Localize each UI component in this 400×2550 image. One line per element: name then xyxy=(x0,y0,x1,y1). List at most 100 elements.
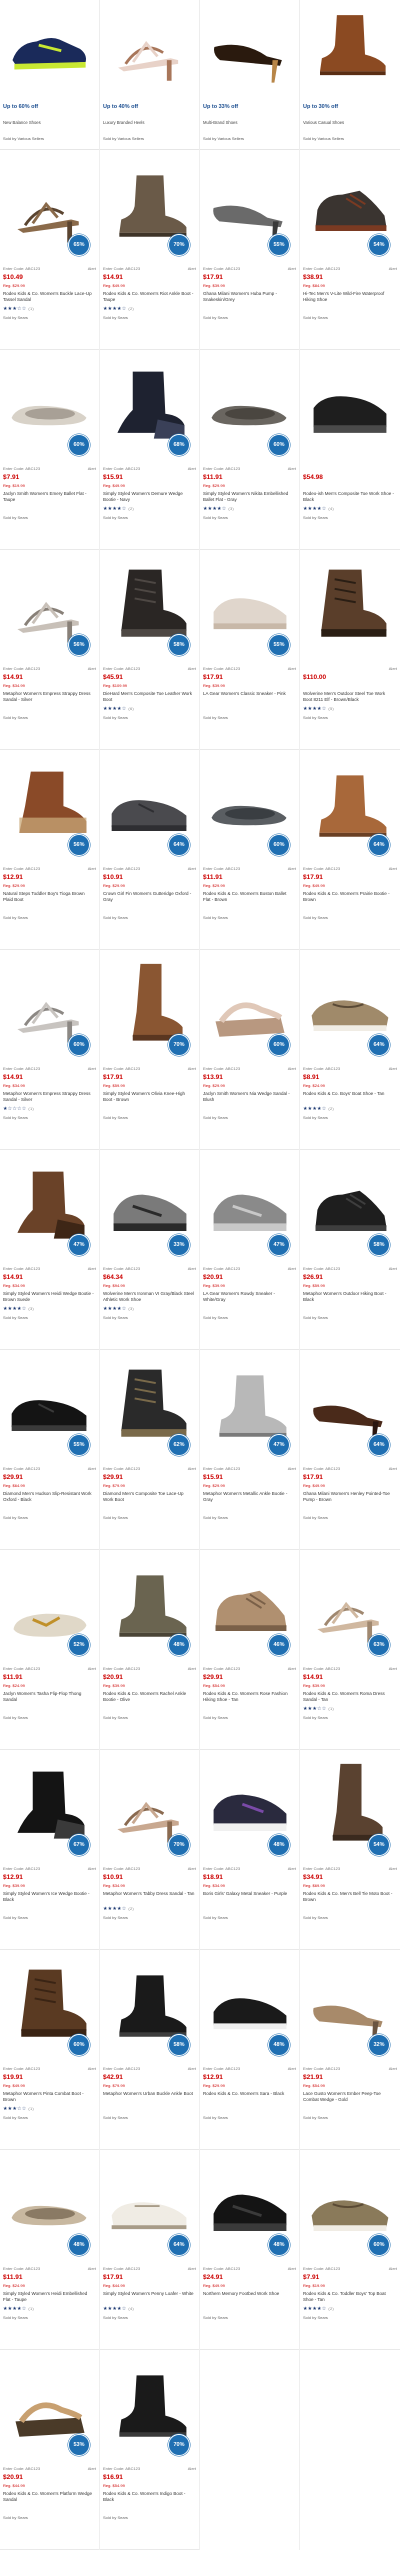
product-title-link[interactable]: Rodeo Kids & Co. Women's Rachel Ankle Bo… xyxy=(103,1691,195,1703)
product-card[interactable]: 58% Enter Code: ABC123 Alert $42.91 Reg. $79… xyxy=(100,1950,200,2150)
price-alert-link[interactable]: Alert xyxy=(389,2266,397,2271)
product-title-link[interactable]: DieHard Men's Composite Toe Leather Work… xyxy=(103,691,195,703)
product-title-link[interactable]: Metaphor Women's Tabby Dress Sandal - Ta… xyxy=(103,1891,195,1897)
review-count[interactable]: (2) xyxy=(128,306,134,311)
product-title-link[interactable]: Simply Styled Women's Ice Wedge Bootie -… xyxy=(3,1891,95,1903)
price-alert-link[interactable]: Alert xyxy=(288,1666,296,1671)
product-card[interactable]: 54% Enter Code: ABC123 Alert $38.91 Reg. $84… xyxy=(300,150,400,350)
price-alert-link[interactable]: Alert xyxy=(288,866,296,871)
product-title-link[interactable]: Lace Gusto Women's Ember Peep-Toe Combat… xyxy=(303,2091,395,2103)
review-count[interactable]: (2) xyxy=(128,506,134,511)
review-count[interactable]: (3) xyxy=(228,506,234,511)
price-alert-link[interactable]: Alert xyxy=(389,1666,397,1671)
price-alert-link[interactable]: Alert xyxy=(389,1066,397,1071)
price-alert-link[interactable]: Alert xyxy=(88,666,96,671)
product-card[interactable]: 60% Enter Code: ABC123 Alert $11.91 Reg. $29… xyxy=(200,750,300,950)
price-alert-link[interactable]: Alert xyxy=(188,2266,196,2271)
product-card[interactable]: 54% Enter Code: ABC123 Alert $34.91 Reg. $69… xyxy=(300,1750,400,1950)
product-card[interactable]: 48% Enter Code: ABC123 Alert $11.91 Reg. $24… xyxy=(0,2150,100,2350)
price-alert-link[interactable]: Alert xyxy=(288,2266,296,2271)
product-title-link[interactable]: Northern Memory Footbed Work Shoe xyxy=(203,2291,295,2297)
product-title-link[interactable]: Jaclyn Women's Tasha Flip-Flop Thong San… xyxy=(3,1691,95,1703)
price-alert-link[interactable]: Alert xyxy=(188,666,196,671)
product-title-link[interactable]: Rodeo Kids & Co. Women's Riot Ankle Boot… xyxy=(103,291,195,303)
product-card[interactable]: $54.98 Rodeo-ish Men's Composite Toe Work… xyxy=(300,350,400,550)
product-title-link[interactable]: Rodeo Kids & Co. Women's Indigo Boot - B… xyxy=(103,2491,195,2503)
product-card[interactable]: 70% Enter Code: ABC123 Alert $16.91 Reg. $54… xyxy=(100,2350,200,2550)
price-alert-link[interactable]: Alert xyxy=(389,1266,397,1271)
promo-tile[interactable]: Up to 60% off New Balance Shoes Sold by … xyxy=(0,0,100,150)
price-alert-link[interactable]: Alert xyxy=(389,866,397,871)
product-card[interactable]: 60% Enter Code: ABC123 Alert $19.91 Reg. $49… xyxy=(0,1950,100,2150)
price-alert-link[interactable]: Alert xyxy=(188,2066,196,2071)
product-title-link[interactable]: Metaphor Women's Metallic Ankle Bootie -… xyxy=(203,1491,295,1503)
product-card[interactable]: Alert $110.00 Wolverine Men's Outdoor Stee… xyxy=(300,550,400,750)
promo-tile[interactable]: Up to 33% off Multi-Brand Shoes Sold by … xyxy=(200,0,300,150)
product-card[interactable]: 56% Enter Code: ABC123 Alert $12.91 Reg. $29… xyxy=(0,750,100,950)
product-card[interactable]: 32% Enter Code: ABC123 Alert $21.91 Reg. $54… xyxy=(300,1950,400,2150)
price-alert-link[interactable]: Alert xyxy=(288,1466,296,1471)
price-alert-link[interactable]: Alert xyxy=(288,1866,296,1871)
review-count[interactable]: (1) xyxy=(28,2306,34,2311)
product-card[interactable]: 48% Enter Code: ABC123 Alert $20.91 Reg. $39… xyxy=(100,1550,200,1750)
price-alert-link[interactable]: Alert xyxy=(288,466,296,471)
product-card[interactable]: 62% Enter Code: ABC123 Alert $29.91 Reg. $79… xyxy=(100,1350,200,1550)
product-title-link[interactable]: Simply Styled Women's Heidi Embellished … xyxy=(3,2291,95,2303)
review-count[interactable]: (4) xyxy=(328,506,334,511)
product-card[interactable]: 67% Enter Code: ABC123 Alert $12.91 Reg. $39… xyxy=(0,1750,100,1950)
review-count[interactable]: (1) xyxy=(28,2106,34,2111)
price-alert-link[interactable]: Alert xyxy=(188,1866,196,1871)
product-card[interactable]: 48% Enter Code: ABC123 Alert $12.91 Reg. $29… xyxy=(200,1950,300,2150)
price-alert-link[interactable]: Alert xyxy=(188,1066,196,1071)
product-title-link[interactable]: Simply Styled Women's Olivia Knee-High B… xyxy=(103,1091,195,1103)
product-card[interactable]: 63% Enter Code: ABC123 Alert $14.91 Reg. $39… xyxy=(300,1550,400,1750)
product-title-link[interactable]: Rodeo Kids & Co. Women's Roma Dress Sand… xyxy=(303,1691,395,1703)
product-card[interactable]: 33% Enter Code: ABC123 Alert $64.34 Reg. $94… xyxy=(100,1150,200,1350)
price-alert-link[interactable]: Alert xyxy=(188,1466,196,1471)
product-title-link[interactable]: Wolverine Men's Outdoor Steel Toe Work B… xyxy=(303,691,395,703)
price-alert-link[interactable]: Alert xyxy=(389,666,397,671)
product-title-link[interactable]: Rodeo Kids & Co. Toddler Boys' Top Boat … xyxy=(303,2291,395,2303)
product-card[interactable]: 48% Enter Code: ABC123 Alert $24.91 Reg. $49… xyxy=(200,2150,300,2350)
product-title-link[interactable]: Boris Girls' Galaxy Metal Sneaker - Purp… xyxy=(203,1891,295,1897)
product-card[interactable]: 48% Enter Code: ABC123 Alert $18.91 Reg. $34… xyxy=(200,1750,300,1950)
promo-tile[interactable]: Up to 40% off Luxury Branded Heels Sold … xyxy=(100,0,200,150)
product-title-link[interactable]: Simply Styled Women's Demure Wedge Booti… xyxy=(103,491,195,503)
product-title-link[interactable]: Metaphor Women's Urban Buckle Ankle Boot xyxy=(103,2091,195,2097)
product-card[interactable]: 60% Enter Code: ABC123 Alert $14.91 Reg. $34… xyxy=(0,950,100,1150)
price-alert-link[interactable]: Alert xyxy=(88,466,96,471)
product-title-link[interactable]: Metaphor Women's Empress Strappy Dress S… xyxy=(3,1091,95,1103)
price-alert-link[interactable]: Alert xyxy=(389,266,397,271)
review-count[interactable]: (2) xyxy=(328,1106,334,1111)
product-card[interactable]: 70% Enter Code: ABC123 Alert $14.91 Reg. $49… xyxy=(100,150,200,350)
product-card[interactable]: 70% Enter Code: ABC123 Alert $10.91 Reg. $34… xyxy=(100,1750,200,1950)
product-title-link[interactable]: Rodeo Kids & Co. Women's Rose Fashion Hi… xyxy=(203,1691,295,1703)
promo-tile[interactable]: Up to 30% off Various Casual Shoes Sold … xyxy=(300,0,400,150)
price-alert-link[interactable]: Alert xyxy=(88,266,96,271)
product-title-link[interactable]: LA Gear Women's Classic Sneaker - Pink xyxy=(203,691,295,697)
product-title-link[interactable]: Simply Styled Women's Nikita Embellished… xyxy=(203,491,295,503)
product-title-link[interactable]: Wolverine Men's Ironman VI Gray/Black St… xyxy=(103,1291,195,1303)
product-card[interactable]: 64% Enter Code: ABC123 Alert $10.91 Reg. $29… xyxy=(100,750,200,950)
product-title-link[interactable]: Simply Styled Women's Penny Loafer - Whi… xyxy=(103,2291,195,2297)
price-alert-link[interactable]: Alert xyxy=(389,1866,397,1871)
product-card[interactable]: 56% Enter Code: ABC123 Alert $14.91 Reg. $34… xyxy=(0,550,100,750)
product-card[interactable]: 68% Enter Code: ABC123 Alert $15.91 Reg. $49… xyxy=(100,350,200,550)
product-card[interactable]: 64% Enter Code: ABC123 Alert $17.91 Reg. $49… xyxy=(300,750,400,950)
promo-title[interactable]: Up to 30% off xyxy=(303,104,338,110)
product-title-link[interactable]: Rodeo-ish Men's Composite Toe Work Shoe … xyxy=(303,491,395,503)
product-card[interactable]: 60% Enter Code: ABC123 Alert $7.91 Reg. $19.… xyxy=(0,350,100,550)
product-card[interactable]: 47% Enter Code: ABC123 Alert $15.91 Reg. $29… xyxy=(200,1350,300,1550)
price-alert-link[interactable]: Alert xyxy=(88,866,96,871)
product-card[interactable]: 47% Enter Code: ABC123 Alert $14.91 Reg. $34… xyxy=(0,1150,100,1350)
review-count[interactable]: (2) xyxy=(328,2306,334,2311)
product-title-link[interactable]: Rodeo Kids & Co. Women's Platform Wedge … xyxy=(3,2491,95,2503)
product-title-link[interactable]: Metaphor Women's Pinta Combat Boot - Bro… xyxy=(3,2091,95,2103)
price-alert-link[interactable]: Alert xyxy=(188,466,196,471)
review-count[interactable]: (3) xyxy=(128,1306,134,1311)
product-card[interactable]: 47% Enter Code: ABC123 Alert $20.91 Reg. $39… xyxy=(200,1150,300,1350)
review-count[interactable]: (3) xyxy=(28,1306,34,1311)
product-title-link[interactable]: Jaclyn Smith Women's Nia Wedge Sandal - … xyxy=(203,1091,295,1103)
price-alert-link[interactable]: Alert xyxy=(288,2066,296,2071)
product-card[interactable]: 64% Enter Code: ABC123 Alert $17.91 Reg. $44… xyxy=(100,2150,200,2350)
